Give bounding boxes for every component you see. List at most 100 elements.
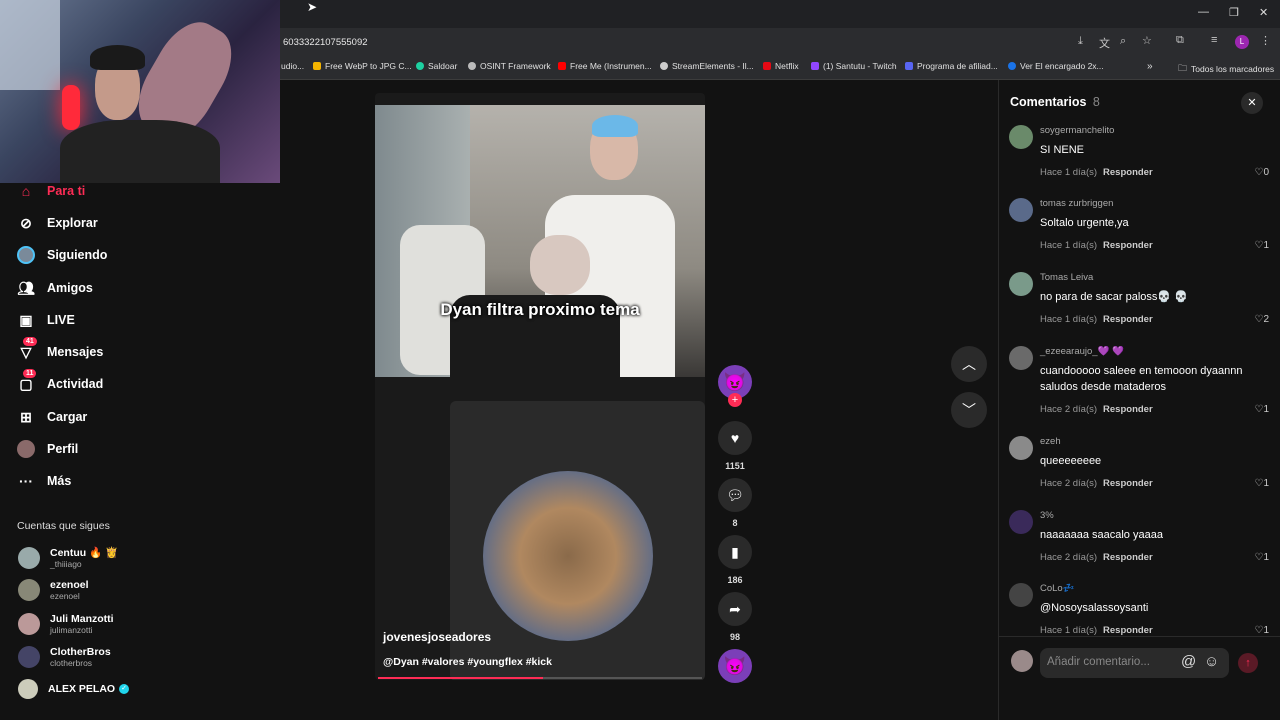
bookmark-item[interactable]: Programa de afiliad... bbox=[905, 61, 998, 71]
sidebar-item-amigos[interactable]: 👥︎ Amigos bbox=[17, 279, 93, 297]
avatar[interactable] bbox=[1009, 583, 1033, 607]
following-account[interactable]: ezenoel ezenoel bbox=[18, 579, 89, 601]
bookmark-item[interactable]: Netflix bbox=[763, 61, 799, 71]
comment-like-button[interactable]: ♡0 bbox=[1254, 167, 1269, 178]
reply-button[interactable]: Responder bbox=[1103, 478, 1153, 489]
comment-button[interactable]: 💬︎ 8 bbox=[718, 478, 752, 528]
avatar[interactable] bbox=[1009, 125, 1033, 149]
comment-input[interactable]: Añadir comentario... @ ☺ bbox=[1040, 648, 1229, 678]
bookmark-item[interactable]: Ver El encargado 2x... bbox=[1008, 61, 1104, 71]
avatar[interactable] bbox=[1009, 272, 1033, 296]
reply-button[interactable]: Responder bbox=[1103, 314, 1153, 325]
chevron-down-icon: ﹀ bbox=[962, 402, 976, 418]
next-video-button[interactable]: ﹀ bbox=[951, 392, 987, 428]
post-comment-button[interactable]: ↑ bbox=[1238, 653, 1258, 673]
translate-icon[interactable]: 文 bbox=[1099, 35, 1110, 51]
avatar[interactable] bbox=[1009, 436, 1033, 460]
compass-icon: ⊘ bbox=[20, 214, 32, 231]
bookmark-item[interactable]: Saldoar bbox=[416, 61, 457, 71]
url-text[interactable]: 6033322107555092 bbox=[283, 37, 368, 48]
sidebar-item-para-ti[interactable]: ⌂ Para ti bbox=[17, 182, 85, 200]
share-icon: ➦ bbox=[718, 592, 752, 626]
sidebar-item-explorar[interactable]: ⊘ Explorar bbox=[17, 214, 98, 232]
comment-like-button[interactable]: ♡1 bbox=[1254, 552, 1269, 563]
profile-avatar-icon bbox=[17, 440, 35, 458]
zoom-icon[interactable]: ⌕ bbox=[1120, 35, 1126, 48]
mouse-cursor-icon: ➤ bbox=[307, 0, 318, 14]
save-button[interactable]: ▮ 186 bbox=[718, 535, 752, 585]
bookmark-item[interactable]: udio... bbox=[281, 61, 304, 71]
comment-like-button[interactable]: ♡1 bbox=[1254, 240, 1269, 251]
bookmark-item[interactable]: OSINT Framework bbox=[468, 61, 551, 71]
sidebar-item-live[interactable]: ▣ LIVE bbox=[17, 311, 74, 329]
video-progress-fill bbox=[378, 677, 544, 679]
menu-icon[interactable]: ⋮ bbox=[1260, 34, 1271, 47]
webcam-overlay bbox=[0, 0, 280, 183]
extensions-icon[interactable]: ⧉ bbox=[1176, 34, 1184, 47]
video-caption-overlay: Dyan filtra proximo tema bbox=[440, 300, 640, 319]
more-bookmarks-icon[interactable]: » bbox=[1147, 61, 1153, 72]
sidebar-item-siguiendo[interactable]: Siguiendo bbox=[17, 246, 107, 264]
close-window-icon[interactable]: ✕ bbox=[1259, 6, 1268, 19]
profile-avatar[interactable]: L bbox=[1235, 35, 1249, 49]
sound-avatar-button[interactable]: 😈 bbox=[718, 649, 752, 683]
video-player[interactable]: Dyan filtra proximo tema jovenesjoseador… bbox=[375, 93, 705, 680]
following-account[interactable]: ClotherBros clotherbros bbox=[18, 646, 111, 668]
reply-button[interactable]: Responder bbox=[1103, 625, 1153, 636]
heart-icon: ♥ bbox=[718, 421, 752, 455]
avatar[interactable] bbox=[1009, 198, 1033, 222]
video-author[interactable]: jovenesjoseadores bbox=[383, 630, 491, 644]
reply-button[interactable]: Responder bbox=[1103, 552, 1153, 563]
comment-icon: 💬︎ bbox=[718, 478, 752, 512]
avatar bbox=[18, 579, 40, 601]
avatar[interactable] bbox=[1009, 510, 1033, 534]
upload-icon: ⊞ bbox=[20, 408, 32, 425]
bookmark-item[interactable]: Free WebP to JPG C... bbox=[313, 61, 412, 71]
video-description[interactable]: @Dyan #valores #youngflex #kick bbox=[383, 656, 552, 668]
sidebar-item-mas[interactable]: ··· Más bbox=[17, 472, 71, 490]
restore-icon[interactable]: ❐ bbox=[1229, 6, 1239, 19]
bookmark-star-icon[interactable]: ☆ bbox=[1142, 34, 1152, 47]
bookmark-item[interactable]: Free Me (Instrumen... bbox=[558, 61, 652, 71]
follow-plus-icon[interactable]: + bbox=[728, 393, 742, 407]
bookmark-item[interactable]: StreamElements - Il... bbox=[660, 61, 754, 71]
mention-icon[interactable]: @ bbox=[1181, 653, 1196, 670]
more-icon: ··· bbox=[19, 473, 33, 489]
comments-header: Comentarios 8 bbox=[1010, 95, 1100, 109]
bookmarks-folder[interactable]: 🗀 Todos los marcadores bbox=[1178, 61, 1274, 77]
divider bbox=[999, 636, 1280, 637]
install-icon[interactable]: ⤓ bbox=[1078, 35, 1083, 48]
comment-like-button[interactable]: ♡1 bbox=[1254, 478, 1269, 489]
following-account[interactable]: Juli Manzotti julimanzotti bbox=[18, 613, 114, 635]
media-icon[interactable]: ≡ bbox=[1211, 34, 1217, 46]
sidebar-item-perfil[interactable]: Perfil bbox=[17, 440, 78, 458]
previous-video-button[interactable]: ︿ bbox=[951, 346, 987, 382]
share-button[interactable]: ➦ 98 bbox=[718, 592, 752, 642]
avatar bbox=[1011, 650, 1033, 672]
video-frame-top: Dyan filtra proximo tema bbox=[375, 105, 705, 377]
comment-like-button[interactable]: ♡1 bbox=[1254, 625, 1269, 636]
bookmark-item[interactable]: (1) Santutu - Twitch bbox=[811, 61, 897, 71]
avatar[interactable] bbox=[1009, 346, 1033, 370]
like-button[interactable]: ♥ 1151 bbox=[718, 421, 752, 471]
reply-button[interactable]: Responder bbox=[1103, 404, 1153, 415]
reply-button[interactable]: Responder bbox=[1103, 240, 1153, 251]
sidebar-item-mensajes[interactable]: ▽ 41 Mensajes bbox=[17, 337, 103, 361]
minimize-icon[interactable]: — bbox=[1198, 6, 1209, 18]
emoji-icon[interactable]: ☺ bbox=[1204, 653, 1219, 670]
sidebar-item-cargar[interactable]: ⊞ Cargar bbox=[17, 408, 87, 426]
comment-like-button[interactable]: ♡1 bbox=[1254, 404, 1269, 415]
avatar bbox=[18, 646, 40, 668]
chevron-up-icon: ︿ bbox=[962, 356, 976, 372]
close-comments-icon[interactable]: ✕ bbox=[1241, 92, 1263, 114]
following-account[interactable]: ALEX PELAO ✓ bbox=[18, 679, 130, 699]
messages-icon: ▽ 41 bbox=[17, 337, 37, 361]
comment-like-button[interactable]: ♡2 bbox=[1254, 314, 1269, 325]
home-icon: ⌂ bbox=[21, 183, 31, 199]
author-avatar-button[interactable]: 😈 + bbox=[718, 365, 752, 407]
following-account[interactable]: Centuu 🔥 👸 _thiiiago bbox=[18, 546, 118, 569]
video-progress-track[interactable] bbox=[378, 677, 702, 679]
verified-icon: ✓ bbox=[119, 684, 130, 694]
reply-button[interactable]: Responder bbox=[1103, 167, 1153, 178]
sidebar-item-actividad[interactable]: ▢ 11 Actividad bbox=[17, 369, 103, 393]
